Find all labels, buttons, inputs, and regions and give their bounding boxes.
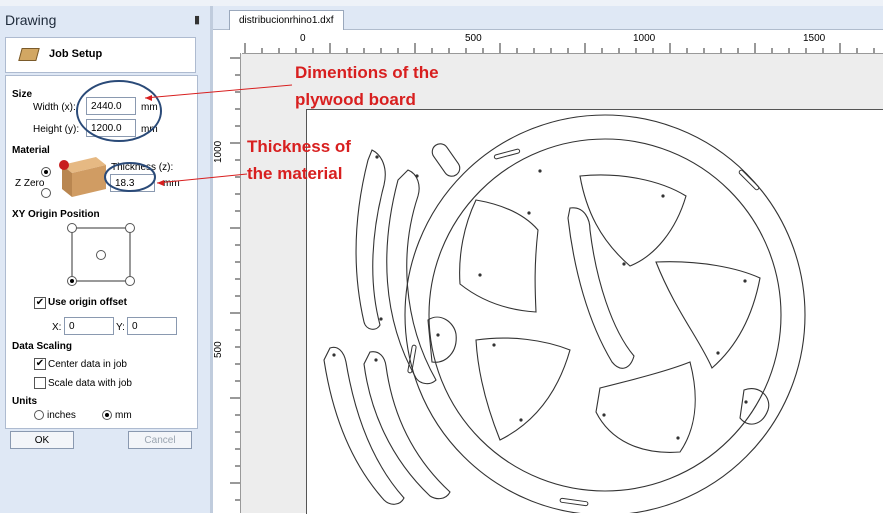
thickness-arrow — [156, 173, 248, 184]
size-highlight-circle — [76, 80, 162, 142]
thickness-annotation-line1: Thickness of — [247, 137, 351, 156]
thickness-annotation-line2: the material — [247, 164, 343, 183]
annotation-overlay — [76, 80, 293, 192]
thickness-highlight-circle — [104, 162, 156, 192]
dimensions-annotation-line2: plywood board — [295, 90, 416, 109]
dimensions-annotation-line1: Dimentions of the — [295, 63, 439, 82]
dimensions-arrow — [144, 84, 293, 99]
